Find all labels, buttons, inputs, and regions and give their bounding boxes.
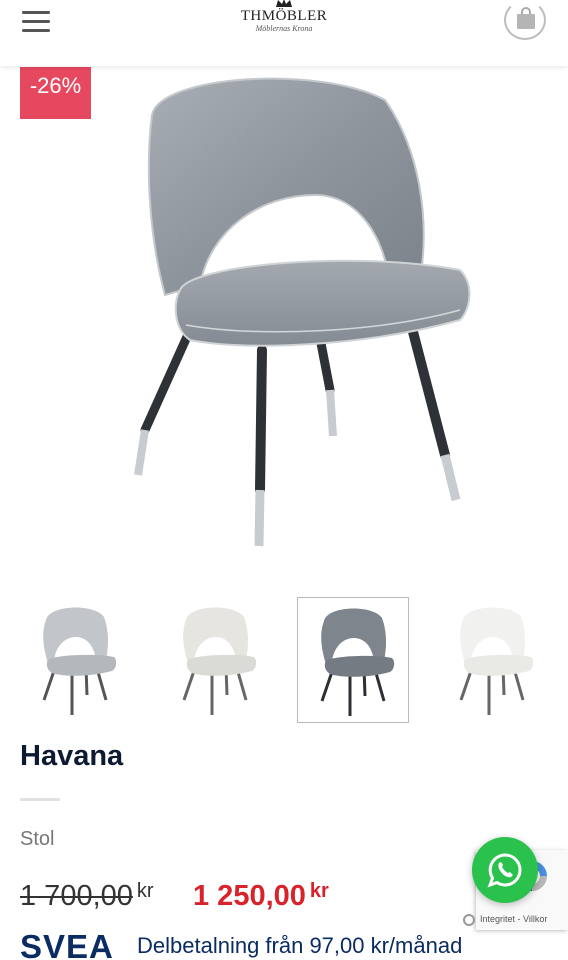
cart-button[interactable]	[504, 0, 546, 40]
chair-thumbnail-image	[42, 607, 117, 715]
site-logo[interactable]: THMÖBLER Möblernas Krona	[220, 0, 348, 50]
product-main-image[interactable]	[120, 70, 490, 560]
crown-icon	[276, 0, 292, 7]
sale-price-value: 1 250,00	[193, 880, 306, 912]
thumbnail-dark-grey[interactable]	[297, 597, 409, 723]
thumbnail-cream[interactable]	[160, 597, 272, 723]
old-price: 1 700,00 kr	[20, 880, 154, 913]
old-price-currency: kr	[136, 880, 154, 902]
site-header: THMÖBLER Möblernas Krona	[0, 0, 568, 66]
product-category[interactable]: Stol	[20, 828, 54, 851]
sale-price-currency: kr	[309, 880, 329, 902]
old-price-value: 1 700,00	[20, 880, 133, 912]
product-title: Havana	[20, 740, 124, 772]
discount-badge: -26%	[20, 67, 91, 119]
chair-thumbnail-image	[320, 608, 395, 716]
recaptcha-terms-link[interactable]: Integritet - Villkor	[480, 914, 547, 924]
recaptcha-small-icon	[463, 914, 475, 926]
whatsapp-button[interactable]	[472, 837, 538, 903]
chair-thumbnail-image	[459, 607, 534, 715]
svea-logo: SVEA	[20, 928, 114, 960]
thumbnail-light-grey[interactable]	[20, 597, 132, 723]
thumbnail-white[interactable]	[437, 597, 549, 723]
installment-text: Delbetalning från 97,00 kr/månad	[137, 933, 463, 958]
logo-text: THMÖBLER	[240, 8, 328, 24]
hamburger-menu-icon[interactable]	[22, 11, 50, 33]
whatsapp-icon	[487, 853, 522, 888]
shopping-bag-icon	[517, 7, 535, 29]
chair-thumbnail-image	[182, 607, 257, 715]
logo-tagline: Möblernas Krona	[255, 24, 313, 33]
thumbnail-gallery	[0, 597, 568, 725]
title-divider	[20, 798, 60, 801]
sale-price: 1 250,00 kr	[193, 880, 329, 913]
